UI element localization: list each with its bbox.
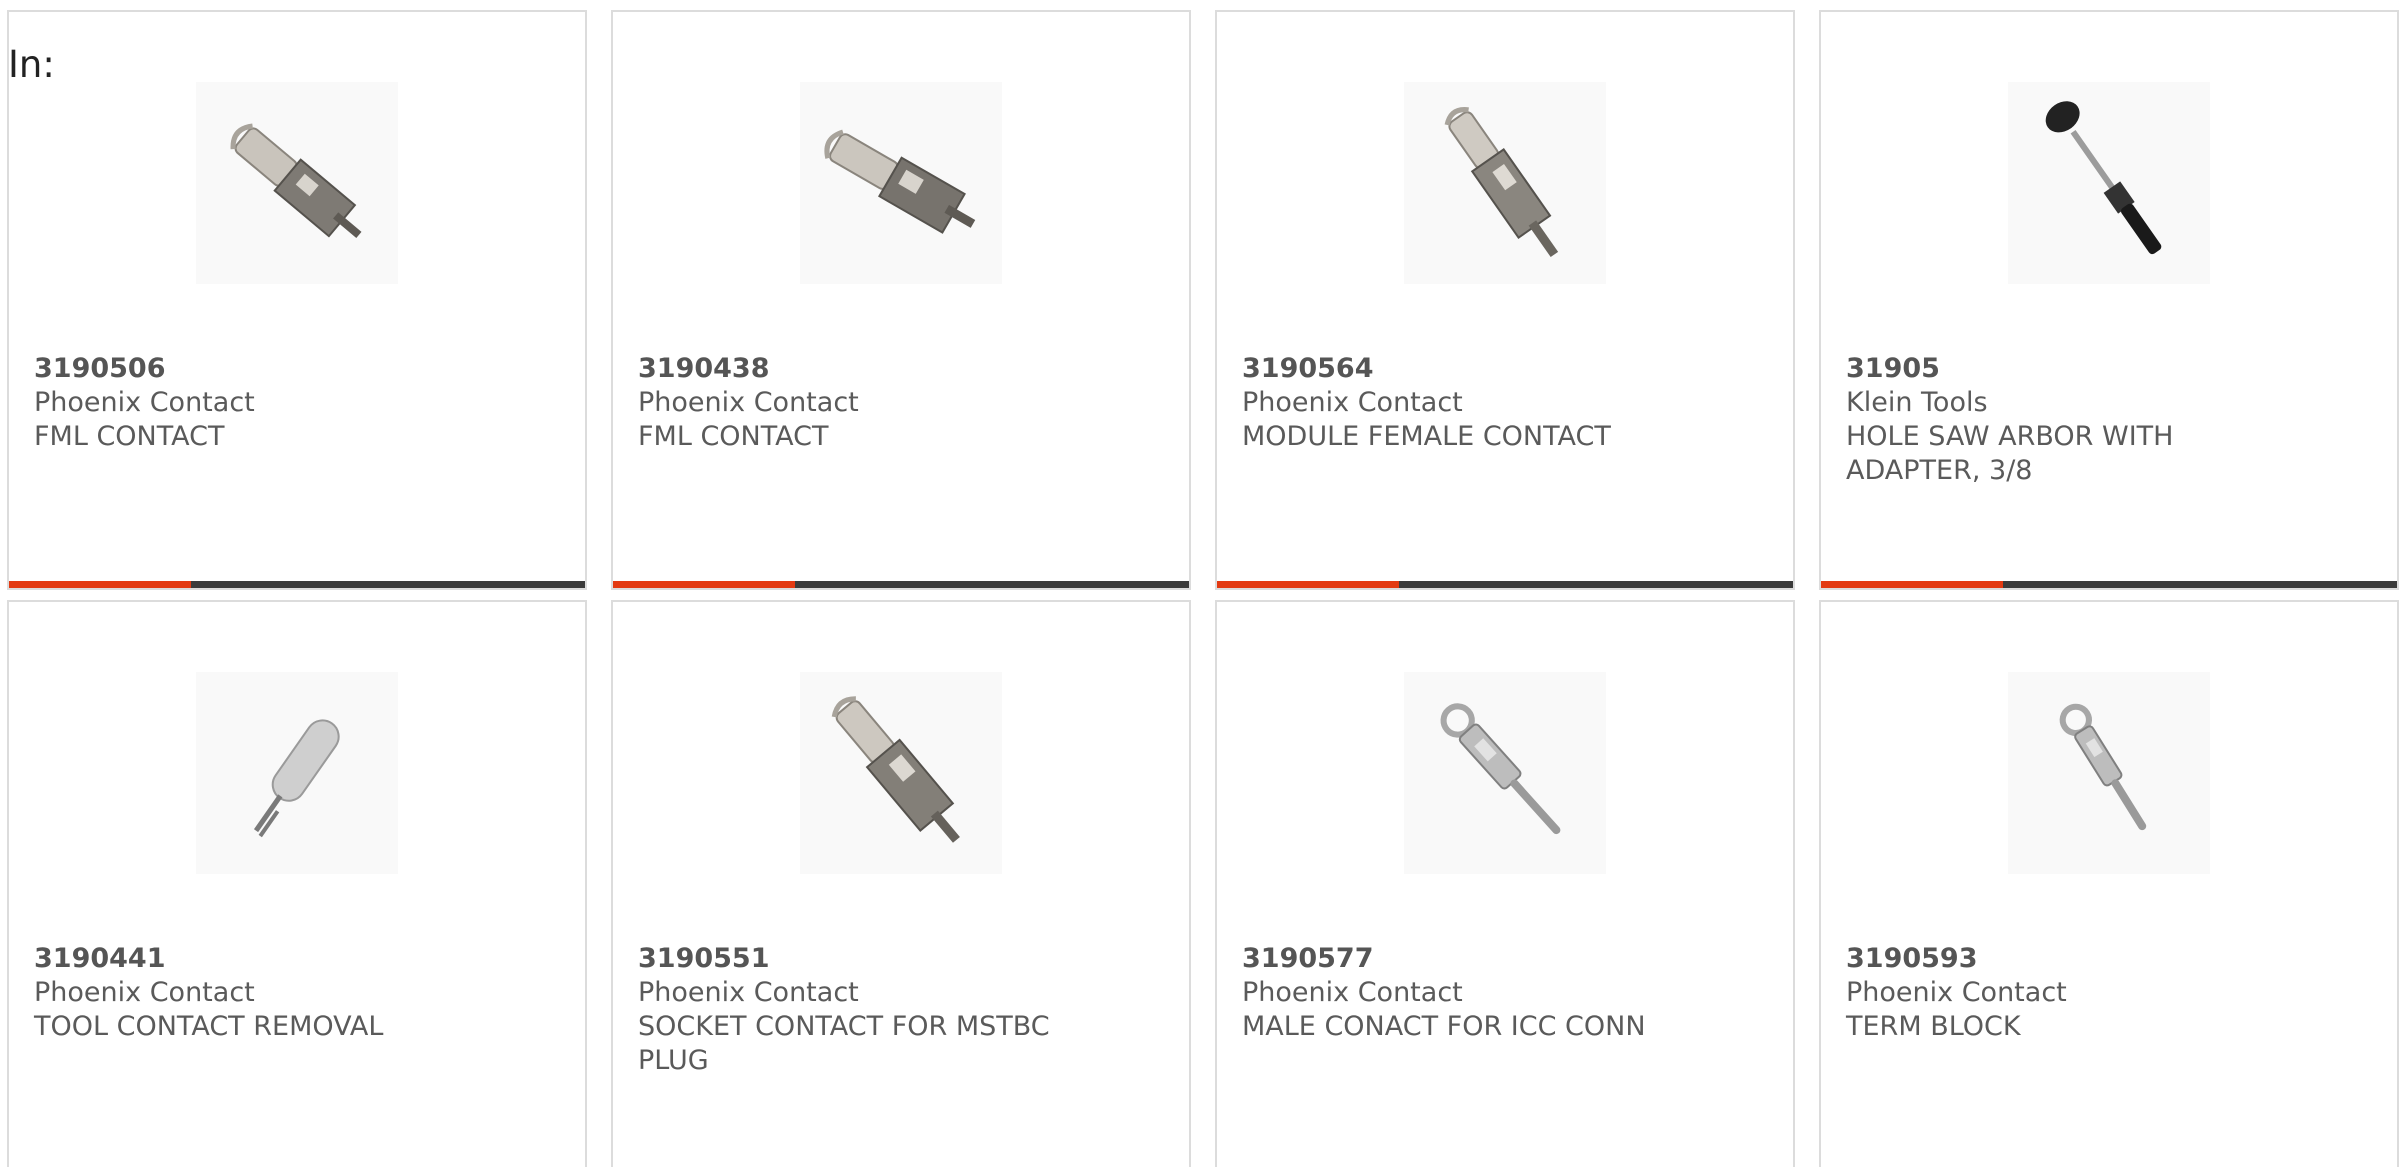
manufacturer: Phoenix Contact xyxy=(1242,977,1463,1008)
manufacturer: Phoenix Contact xyxy=(638,977,859,1008)
product-image[interactable] xyxy=(1404,82,1606,284)
product-card[interactable]: 3190438 Phoenix Contact FML CONTACT xyxy=(611,10,1191,590)
description: HOLE SAW ARBOR WITH ADAPTER, 3/8 xyxy=(1846,421,2174,486)
product-card[interactable]: 3190551 Phoenix Contact SOCKET CONTACT F… xyxy=(611,600,1191,1167)
product-info: 3190577 Phoenix Contact MALE CONACT FOR … xyxy=(1242,942,1692,1044)
card-footer-bar xyxy=(1217,581,1793,588)
product-image[interactable] xyxy=(1404,672,1606,874)
card-footer-accent xyxy=(1821,581,2003,588)
product-image[interactable] xyxy=(2008,672,2210,874)
card-footer-accent xyxy=(1217,581,1399,588)
product-info: 3190593 Phoenix Contact TERM BLOCK xyxy=(1846,942,2296,1044)
card-footer-bar xyxy=(9,581,585,588)
manufacturer: Klein Tools xyxy=(1846,387,1988,418)
product-info: 3190564 Phoenix Contact MODULE FEMALE CO… xyxy=(1242,352,1692,454)
card-footer-accent xyxy=(9,581,191,588)
product-info: 31905 Klein Tools HOLE SAW ARBOR WITH AD… xyxy=(1846,352,2296,488)
description: FML CONTACT xyxy=(34,421,225,452)
manufacturer: Phoenix Contact xyxy=(34,387,255,418)
product-results-page: In: 3190506 Phoenix Contact FML CONTACT … xyxy=(0,0,2400,1167)
product-image[interactable] xyxy=(196,672,398,874)
crimp-contact-icon xyxy=(230,123,362,239)
description: TERM BLOCK xyxy=(1846,1011,2021,1042)
part-number[interactable]: 3190551 xyxy=(638,942,1088,976)
product-image[interactable] xyxy=(196,82,398,284)
part-number[interactable]: 3190438 xyxy=(638,352,1088,386)
product-card[interactable]: 3190577 Phoenix Contact MALE CONACT FOR … xyxy=(1215,600,1795,1167)
part-number[interactable]: 31905 xyxy=(1846,352,2296,386)
manufacturer: Phoenix Contact xyxy=(1846,977,2067,1008)
manufacturer: Phoenix Contact xyxy=(34,977,255,1008)
product-info: 3190551 Phoenix Contact SOCKET CONTACT F… xyxy=(638,942,1088,1078)
product-card[interactable]: 31905 Klein Tools HOLE SAW ARBOR WITH AD… xyxy=(1819,10,2399,590)
product-card[interactable]: 3190564 Phoenix Contact MODULE FEMALE CO… xyxy=(1215,10,1795,590)
product-image[interactable] xyxy=(800,82,1002,284)
product-info: 3190506 Phoenix Contact FML CONTACT xyxy=(34,352,484,454)
description: FML CONTACT xyxy=(638,421,829,452)
description: TOOL CONTACT REMOVAL xyxy=(34,1011,384,1042)
product-image[interactable] xyxy=(800,672,1002,874)
crimp-contact-icon xyxy=(824,129,976,234)
in-label: In: xyxy=(8,43,55,86)
socket-contact-icon xyxy=(831,696,960,843)
manufacturer: Phoenix Contact xyxy=(1242,387,1463,418)
part-number[interactable]: 3190506 xyxy=(34,352,484,386)
card-footer-bar xyxy=(613,581,1189,588)
hole-saw-arbor-icon xyxy=(2045,101,2162,255)
part-number[interactable]: 3190577 xyxy=(1242,942,1692,976)
product-card[interactable]: 3190506 Phoenix Contact FML CONTACT xyxy=(7,10,587,590)
card-footer-bar xyxy=(1821,581,2397,588)
product-card[interactable]: 3190593 Phoenix Contact TERM BLOCK xyxy=(1819,600,2399,1167)
manufacturer: Phoenix Contact xyxy=(638,387,859,418)
description: SOCKET CONTACT FOR MSTBC PLUG xyxy=(638,1011,1050,1076)
term-block-pin-icon xyxy=(2059,703,2147,831)
product-image[interactable] xyxy=(2008,82,2210,284)
female-contact-icon xyxy=(1444,107,1559,258)
product-grid: 3190506 Phoenix Contact FML CONTACT 3190… xyxy=(7,10,2399,1167)
male-contact-icon xyxy=(1440,703,1561,835)
part-number[interactable]: 3190441 xyxy=(34,942,484,976)
product-info: 3190441 Phoenix Contact TOOL CONTACT REM… xyxy=(34,942,484,1044)
description: MALE CONACT FOR ICC CONN xyxy=(1242,1011,1646,1042)
description: MODULE FEMALE CONTACT xyxy=(1242,421,1611,452)
product-info: 3190438 Phoenix Contact FML CONTACT xyxy=(638,352,1088,454)
part-number[interactable]: 3190564 xyxy=(1242,352,1692,386)
removal-tool-icon xyxy=(253,719,340,838)
part-number[interactable]: 3190593 xyxy=(1846,942,2296,976)
product-card[interactable]: 3190441 Phoenix Contact TOOL CONTACT REM… xyxy=(7,600,587,1167)
card-footer-accent xyxy=(613,581,795,588)
